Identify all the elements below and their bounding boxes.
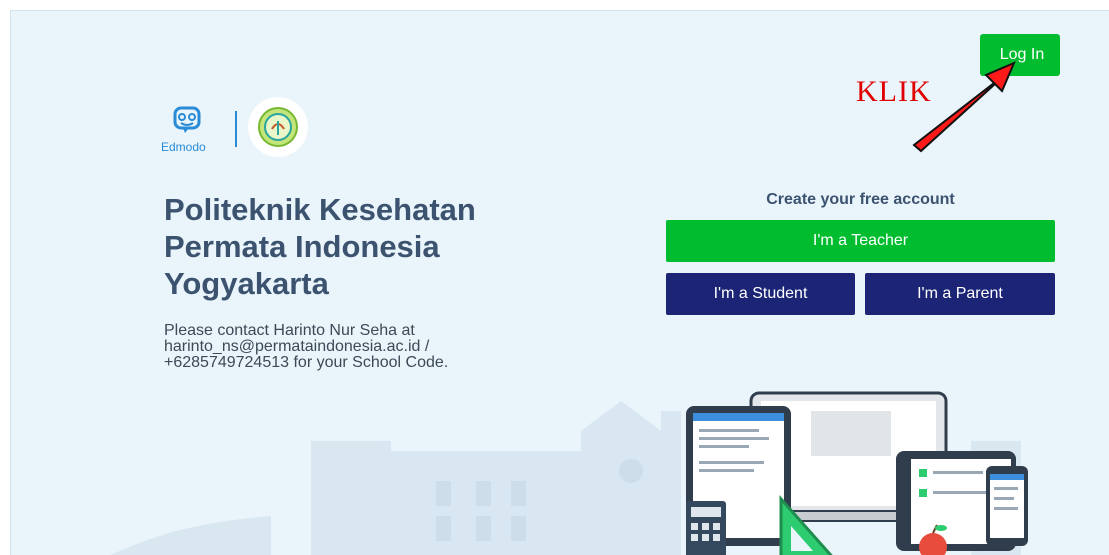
edmodo-brand-text: Edmodo (161, 140, 206, 154)
red-arrow-icon (912, 61, 1016, 153)
school-name-heading: Politeknik Kesehatan Permata Indonesia Y… (164, 192, 476, 301)
school-logo-icon (258, 107, 298, 147)
school-contact-text: Please contact Harinto Nur Seha at harin… (164, 322, 449, 371)
devices-illustration (686, 391, 1028, 555)
school-logo (248, 97, 308, 157)
parent-signup-button[interactable]: I'm a Parent (865, 273, 1055, 315)
logo-divider (235, 111, 237, 147)
student-signup-button[interactable]: I'm a Student (666, 273, 855, 315)
create-account-title: Create your free account (766, 191, 955, 208)
login-page: Log In KLIK Edmodo Politeknik Kesehatan … (10, 10, 1109, 555)
teacher-signup-button[interactable]: I'm a Teacher (666, 220, 1055, 262)
